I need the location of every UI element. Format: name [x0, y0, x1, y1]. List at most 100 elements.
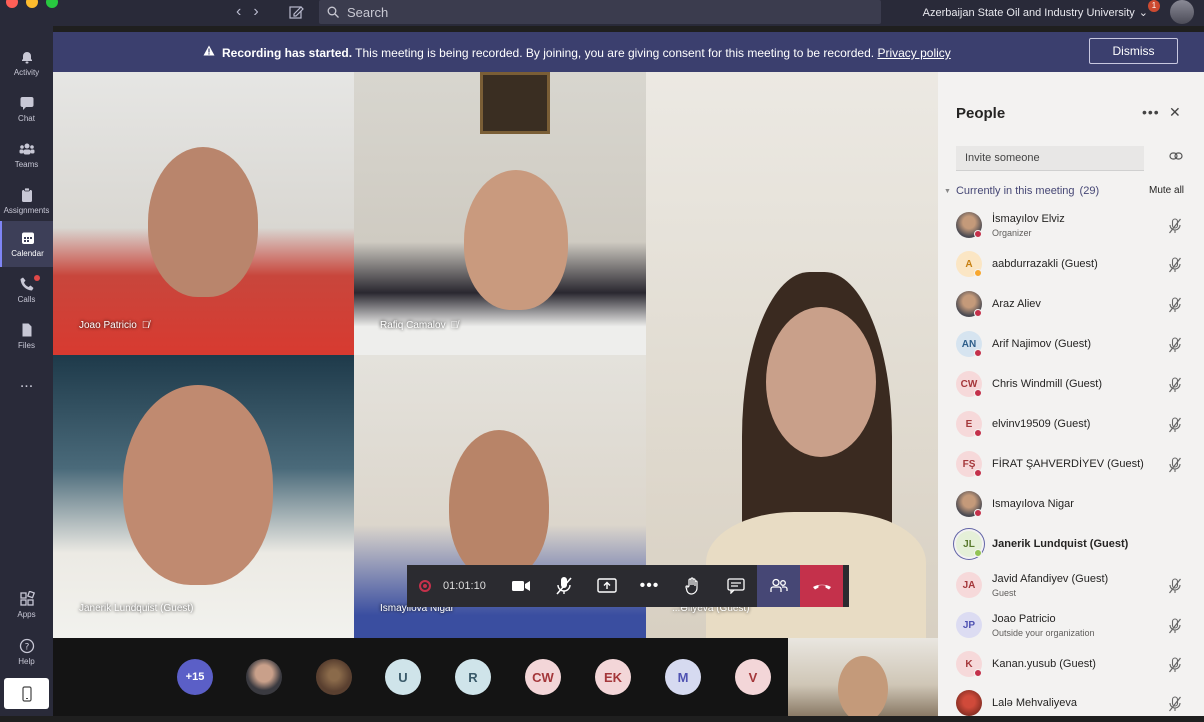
participant-role: Outside your organization [992, 628, 1095, 638]
show-conversation-button[interactable] [714, 565, 757, 607]
hang-up-button[interactable] [800, 565, 843, 607]
video-tile[interactable]: Rafiq Camalov 🎙̸ [354, 72, 646, 355]
compose-icon[interactable] [288, 4, 304, 20]
participant-row[interactable]: JL Janerik Lundquist (Guest) [956, 527, 1196, 563]
presence-status-icon [974, 269, 982, 277]
participant-row[interactable]: FŞ FİRAT ŞAHVERDİYEV (Guest) [956, 447, 1196, 483]
warning-icon [203, 45, 215, 56]
dismiss-button[interactable]: Dismiss [1089, 38, 1178, 64]
participant-row[interactable]: K Kanan.yusub (Guest) [956, 647, 1196, 683]
more-options-icon[interactable]: ••• [1142, 104, 1160, 120]
participant-row[interactable]: CW Chris Windmill (Guest) [956, 367, 1196, 403]
calls-notification-dot [34, 275, 40, 281]
participant-row[interactable]: Ismayılova Nigar [956, 487, 1196, 523]
mic-off-icon[interactable] [1168, 337, 1182, 353]
participant-avatar[interactable]: M [665, 659, 701, 695]
participant-avatar: JA [956, 572, 982, 598]
rail-item-chat[interactable]: Chat [0, 86, 53, 132]
participant-avatar[interactable]: V [735, 659, 771, 695]
participant-row[interactable]: Eelvinv19509 (Guest) [956, 407, 1196, 443]
presence-status-icon [974, 429, 982, 437]
video-tile[interactable]: Joao Patricio 🎙̸ [53, 72, 354, 355]
share-screen-button[interactable] [585, 565, 628, 607]
share-link-icon[interactable] [1169, 151, 1183, 161]
assignments-icon [21, 187, 32, 202]
mic-off-icon[interactable] [1168, 218, 1182, 234]
rail-item-more[interactable]: ... [0, 360, 53, 406]
mic-off-icon[interactable] [1168, 696, 1182, 712]
rail-label: Assignments [3, 206, 50, 215]
more-icon: ••• [639, 577, 660, 594]
participants-icon [769, 578, 788, 592]
rail-item-assignments[interactable]: Assignments [0, 178, 53, 224]
mic-off-icon[interactable] [1168, 377, 1182, 393]
presence-status-icon [974, 509, 982, 517]
participant-role: Organizer [992, 228, 1032, 238]
zoom-window-button[interactable] [46, 0, 58, 8]
mic-off-icon[interactable] [1168, 417, 1182, 433]
mute-all-button[interactable]: Mute all [1149, 185, 1184, 196]
participant-avatar[interactable] [246, 659, 282, 695]
device-button[interactable] [4, 678, 49, 709]
participant-row[interactable]: JP Joao Patricio Outside your organization [956, 608, 1196, 644]
participant-row[interactable]: Lalə Mehvaliyeva [956, 686, 1196, 722]
participant-avatar[interactable]: CW [525, 659, 561, 695]
app-rail: Activity Chat Teams Assignments Calendar… [0, 26, 53, 716]
presence-status-icon [974, 389, 982, 397]
camera-button[interactable] [499, 565, 542, 607]
avatar-initials: K [965, 658, 973, 670]
chat-icon [726, 578, 745, 594]
mic-off-icon[interactable] [1168, 257, 1182, 273]
tile-name: Joao Patricio 🎙̸ [79, 320, 149, 331]
participant-avatar[interactable]: U [385, 659, 421, 695]
presence-status-icon [974, 549, 982, 557]
search-input[interactable]: Search [319, 0, 881, 24]
rail-item-calls[interactable]: Calls [0, 267, 53, 313]
tile-name: Janerik Lundquist (Guest) [79, 603, 194, 614]
mic-off-icon[interactable] [1168, 578, 1182, 594]
participant-avatar[interactable]: R [455, 659, 491, 695]
forward-arrow-icon[interactable]: › [253, 3, 258, 21]
participant-row[interactable]: AN Arif Najimov (Guest) [956, 327, 1196, 363]
close-window-button[interactable] [6, 0, 18, 8]
self-view-video[interactable] [788, 638, 938, 716]
participant-row[interactable]: Aaabdurrazakli (Guest) [956, 247, 1196, 283]
mic-off-icon[interactable] [1168, 618, 1182, 634]
rail-item-files[interactable]: Files [0, 313, 53, 359]
mute-button[interactable] [542, 565, 585, 607]
raise-hand-button[interactable] [671, 565, 714, 607]
participant-row[interactable]: JA Javid Afandiyev (Guest) Guest [956, 568, 1196, 604]
mic-off-icon[interactable] [1168, 297, 1182, 313]
section-header[interactable]: ▼ Currently in this meeting (29) [944, 185, 1099, 197]
privacy-policy-link[interactable]: Privacy policy [877, 46, 950, 60]
rail-item-help[interactable]: ? Help [0, 629, 53, 675]
recording-heading: Recording has started. [222, 46, 353, 60]
rail-item-activity[interactable]: Activity [0, 40, 53, 86]
mic-off-icon[interactable] [1168, 657, 1182, 673]
rail-item-apps[interactable]: Apps [0, 582, 53, 628]
overflow-participants-button[interactable]: +15 [177, 659, 213, 695]
participant-avatar[interactable]: EK [595, 659, 631, 695]
participant-figure [449, 430, 549, 580]
minimize-window-button[interactable] [26, 0, 38, 8]
chevron-down-icon: ⌄ [1138, 7, 1148, 19]
video-tile[interactable]: Janerik Lundquist (Guest) [53, 355, 354, 638]
org-switcher[interactable]: Azerbaijan State Oil and Industry Univer… [923, 6, 1148, 20]
rail-item-teams[interactable]: Teams [0, 132, 53, 178]
show-participants-button[interactable] [757, 565, 800, 607]
participant-name: Ismayılova Nigar [992, 498, 1074, 510]
video-tile[interactable] [646, 72, 938, 638]
back-arrow-icon[interactable]: ‹ [236, 3, 241, 21]
more-actions-button[interactable]: ••• [628, 565, 671, 607]
hand-icon [684, 577, 698, 595]
participant-row[interactable]: İsmayılov Elviz Organizer [956, 208, 1196, 244]
profile-avatar[interactable] [1170, 0, 1194, 24]
participant-row[interactable]: Araz Aliev [956, 287, 1196, 323]
invite-input[interactable]: Invite someone [956, 146, 1144, 171]
avatar-initials: EK [603, 669, 623, 685]
participant-avatar[interactable] [316, 659, 352, 695]
mic-off-icon[interactable] [1168, 457, 1182, 473]
close-icon[interactable]: ✕ [1169, 104, 1181, 121]
rail-item-calendar[interactable]: Calendar [0, 221, 53, 267]
rail-label: Teams [14, 160, 39, 169]
